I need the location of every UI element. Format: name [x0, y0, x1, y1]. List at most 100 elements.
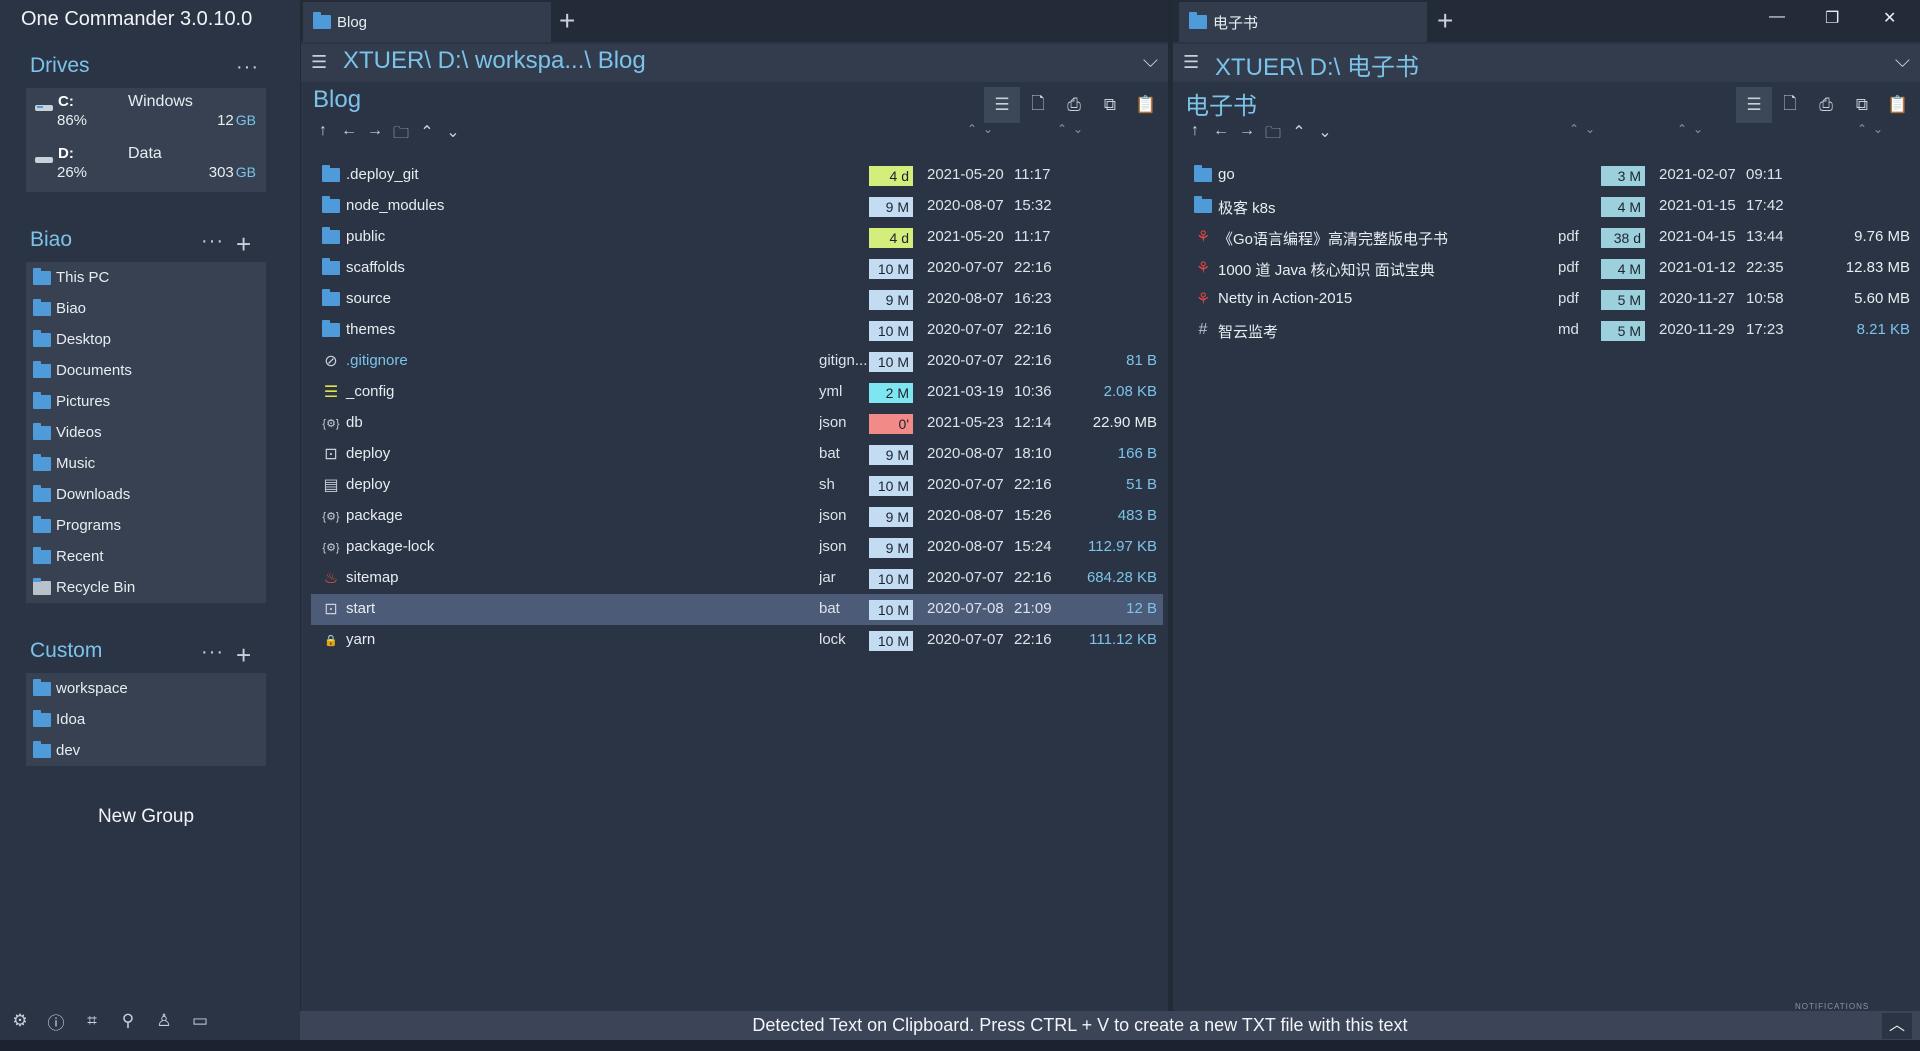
file-age-badge: 5 M — [1601, 290, 1645, 310]
biao-more-button[interactable]: ··· — [201, 230, 224, 253]
new-tab-button[interactable]: + — [559, 5, 575, 37]
back-arrow-icon[interactable]: ← — [337, 122, 361, 149]
file-row[interactable]: ⊘ .gitignore gitign... 10 M 2020-07-07 22:16 8… — [311, 346, 1163, 377]
new-file-icon[interactable]: 🗋 — [1020, 87, 1056, 123]
user-icon[interactable]: ♙ — [152, 1009, 176, 1033]
sort-size-arrows[interactable]: ⌃⌄ — [1857, 122, 1889, 136]
config-icon: ☰ — [323, 384, 339, 401]
file-row[interactable]: ☰ _config yml 2 M 2021-03-19 10:36 2.08 KB — [311, 377, 1163, 408]
paste-icon[interactable]: 📋 — [1880, 87, 1916, 123]
sidebar-item-music[interactable]: Music — [26, 448, 266, 479]
file-row[interactable]: scaffolds 10 M 2020-07-07 22:16 — [311, 253, 1163, 284]
sort-ext-arrows[interactable]: ⌃⌄ — [1569, 122, 1601, 136]
file-row[interactable]: source 9 M 2020-08-07 16:23 — [311, 284, 1163, 315]
forward-arrow-icon[interactable]: → — [1235, 122, 1259, 149]
close-button[interactable]: ✕ — [1883, 8, 1896, 28]
file-row[interactable]: ▤ deploy sh 10 M 2020-07-07 22:16 51 B — [311, 470, 1163, 501]
sidebar-item-videos[interactable]: Videos — [26, 417, 266, 448]
file-row[interactable]: ⊡ deploy bat 9 M 2020-08-07 18:10 166 B — [311, 439, 1163, 470]
drives-more-button[interactable]: ··· — [236, 56, 259, 79]
file-row[interactable]: node_modules 9 M 2020-08-07 15:32 — [311, 191, 1163, 222]
back-arrow-icon[interactable]: ← — [1209, 122, 1233, 149]
paste-icon[interactable]: 📋 — [1128, 87, 1164, 123]
file-row[interactable]: ⚘ Netty in Action-2015 pdf 5 M 2020-11-27 10:… — [1183, 284, 1916, 315]
sidebar-item-idoa[interactable]: Idoa — [26, 704, 266, 735]
file-row[interactable]: {⚙} package json 9 M 2020-08-07 15:26 483 B — [311, 501, 1163, 532]
file-row[interactable]: ⚘ 《Go语言编程》高清完整版电子书 pdf 38 d 2021-04-15 13:44 9… — [1183, 222, 1916, 253]
file-row[interactable]: 极客 k8s 4 M 2021-01-15 17:42 — [1183, 191, 1916, 222]
info-icon[interactable]: ⓘ — [44, 1009, 68, 1033]
copy-icon[interactable]: ⧉ — [1092, 87, 1128, 123]
minimize-button[interactable]: — — [1769, 8, 1785, 26]
file-row[interactable]: go 3 M 2021-02-07 09:11 — [1183, 160, 1916, 191]
sidebar-item-label: Pictures — [56, 393, 111, 410]
left-address-bar[interactable]: ☰ XTUER\ D:\ workspa...\ Blog ⌵ — [301, 44, 1168, 82]
file-row[interactable]: 🔒 yarn lock 10 M 2020-07-07 22:16 111.12 KB — [311, 625, 1163, 656]
chevron-up-icon[interactable]: ⌃ — [415, 122, 439, 149]
menu-icon[interactable]: ☰ — [1183, 52, 1199, 73]
sidebar-item-desktop[interactable]: Desktop — [26, 324, 266, 355]
forward-arrow-icon[interactable]: → — [363, 122, 387, 149]
address-path[interactable]: XTUER\ D:\ workspa...\ Blog — [343, 47, 646, 75]
file-age-badge: 0' — [869, 414, 913, 434]
file-row[interactable]: .deploy_git 4 d 2021-05-20 11:17 — [311, 160, 1163, 191]
drive-item-c[interactable]: C: Windows 86% 12 GB — [26, 88, 266, 140]
window-icon[interactable]: ▭ — [188, 1009, 212, 1033]
custom-add-button[interactable]: + — [236, 642, 251, 668]
sidebar-item-dev[interactable]: dev — [26, 735, 266, 766]
up-arrow-icon[interactable]: ↑ — [1183, 122, 1207, 149]
file-row[interactable]: public 4 d 2021-05-20 11:17 — [311, 222, 1163, 253]
left-file-list: .deploy_git 4 d 2021-05-20 11:17 node_module… — [311, 160, 1163, 656]
open-folder-icon[interactable]: 🗀 — [1261, 122, 1285, 149]
file-row[interactable]: ♨ sitemap jar 10 M 2020-07-07 22:16 684.28 KB — [311, 563, 1163, 594]
save-file-icon[interactable]: ⎙ — [1056, 87, 1092, 123]
sidebar-item-recycle-bin[interactable]: Recycle Bin — [26, 572, 266, 603]
sidebar-item-recent[interactable]: Recent — [26, 541, 266, 572]
menu-icon[interactable]: ☰ — [311, 52, 327, 73]
up-arrow-icon[interactable]: ↑ — [311, 122, 335, 149]
tab-ebooks[interactable]: 电子书 — [1179, 2, 1427, 42]
view-toolbar: ☰ 🗋 ⎙ ⧉ 📋 — [1736, 87, 1916, 123]
file-row[interactable]: ⊡ start bat 10 M 2020-07-08 21:09 12 B — [311, 594, 1163, 625]
sidebar-item-programs[interactable]: Programs — [26, 510, 266, 541]
chevron-down-icon[interactable]: ⌄ — [441, 122, 465, 149]
file-row[interactable]: themes 10 M 2020-07-07 22:16 — [311, 315, 1163, 346]
custom-more-button[interactable]: ··· — [201, 641, 224, 664]
new-file-icon[interactable]: 🗋 — [1772, 87, 1808, 123]
chevron-up-icon[interactable]: ⌃ — [1287, 122, 1311, 149]
new-tab-button[interactable]: + — [1437, 5, 1453, 37]
chevron-down-icon[interactable]: ⌄ — [1313, 122, 1337, 149]
chevron-down-icon[interactable]: ⌵ — [1143, 50, 1158, 73]
address-path[interactable]: XTUER\ D:\ 电子书 — [1215, 47, 1419, 82]
frame-icon[interactable]: ⌗ — [80, 1009, 104, 1033]
biao-add-button[interactable]: + — [236, 231, 251, 257]
sort-ext-arrows[interactable]: ⌃⌄ — [967, 122, 999, 136]
file-row[interactable]: {⚙} db json 0' 2021-05-23 12:14 22.90 MB — [311, 408, 1163, 439]
copy-icon[interactable]: ⧉ — [1844, 87, 1880, 123]
save-file-icon[interactable]: ⎙ — [1808, 87, 1844, 123]
tab-blog[interactable]: Blog — [303, 2, 551, 42]
search-icon[interactable]: ⚲ — [116, 1009, 140, 1033]
sidebar-item-downloads[interactable]: Downloads — [26, 479, 266, 510]
sort-date-arrows[interactable]: ⌃⌄ — [1057, 122, 1089, 136]
list-view-icon[interactable]: ☰ — [984, 87, 1020, 123]
file-row[interactable]: {⚙} package-lock json 9 M 2020-08-07 15:24 112… — [311, 532, 1163, 563]
drive-item-d[interactable]: D: Data 26% 303 GB — [26, 140, 266, 192]
sidebar-item-biao[interactable]: Biao — [26, 293, 266, 324]
right-address-bar[interactable]: ☰ XTUER\ D:\ 电子书 ⌵ — [1173, 44, 1920, 82]
open-folder-icon[interactable]: 🗀 — [389, 122, 413, 149]
gear-icon[interactable]: ⚙ — [8, 1009, 32, 1033]
file-row[interactable]: ⚘ 1000 道 Java 核心知识 面试宝典 pdf 4 M 2021-01-12 22… — [1183, 253, 1916, 284]
sidebar-item-pictures[interactable]: Pictures — [26, 386, 266, 417]
new-group-button[interactable]: New Group — [26, 806, 266, 828]
sort-date-arrows[interactable]: ⌃⌄ — [1677, 122, 1709, 136]
notifications-toggle[interactable]: ︿ — [1882, 1013, 1912, 1039]
sidebar-item-workspace[interactable]: workspace — [26, 673, 266, 704]
sidebar-item-this-pc[interactable]: This PC — [26, 262, 266, 293]
file-age-badge: 4 d — [869, 166, 913, 186]
restore-button[interactable]: ❐ — [1825, 8, 1839, 28]
sidebar-item-documents[interactable]: Documents — [26, 355, 266, 386]
chevron-down-icon[interactable]: ⌵ — [1895, 50, 1910, 73]
file-row[interactable]: # 智云监考 md 5 M 2020-11-29 17:23 8.21 KB — [1183, 315, 1916, 346]
list-view-icon[interactable]: ☰ — [1736, 87, 1772, 123]
